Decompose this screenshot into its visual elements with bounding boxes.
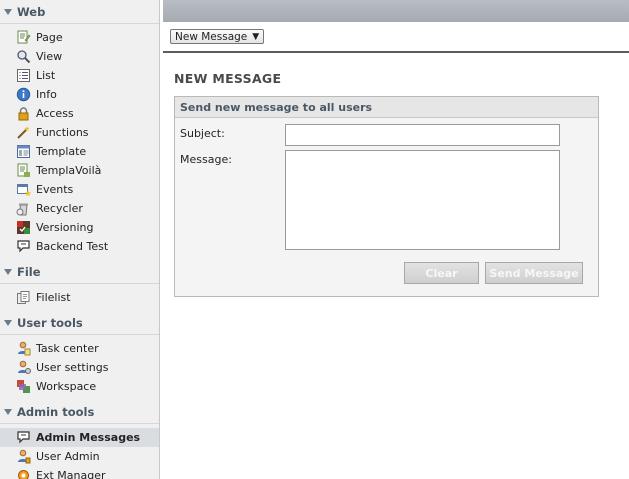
sidebar-item-label: Info	[36, 88, 57, 101]
wand-icon	[16, 125, 31, 140]
sidebar-item-label: Backend Test	[36, 240, 109, 253]
send-message-button[interactable]: Send Message	[485, 262, 583, 284]
subject-label: Subject:	[180, 127, 225, 140]
sidebar-item-ext-manager[interactable]: Ext Manager	[0, 466, 159, 479]
content-frame: New Message ▼ NEW MESSAGE Send new messa…	[163, 0, 629, 479]
sidebar-item-filelist[interactable]: Filelist	[0, 288, 159, 307]
page-icon	[16, 30, 31, 45]
sidebar-item-label: User settings	[36, 361, 109, 374]
sidebar-item-label: List	[36, 69, 56, 82]
collapse-triangle-icon	[4, 319, 12, 326]
sidebar-item-page[interactable]: Page	[0, 28, 159, 47]
message-label: Message:	[180, 153, 232, 166]
sidebar-item-versioning[interactable]: Versioning	[0, 218, 159, 237]
group-web: Page View List Info Access Functions Tem…	[0, 24, 159, 260]
user-admin-icon	[16, 449, 31, 464]
info-icon	[16, 87, 31, 102]
module-menu: Web Page View List Info Access Functions	[0, 0, 160, 479]
dropdown-arrow-icon: ▼	[252, 31, 260, 42]
group-title: User tools	[17, 315, 83, 330]
sidebar-item-events[interactable]: Events	[0, 180, 159, 199]
list-icon	[16, 68, 31, 83]
collapse-triangle-icon	[4, 408, 12, 415]
collapse-triangle-icon	[4, 268, 12, 275]
sidebar-item-label: Ext Manager	[36, 469, 106, 479]
message-textarea[interactable]	[285, 150, 560, 250]
events-icon	[16, 182, 31, 197]
group-file: Filelist	[0, 284, 159, 311]
recycler-icon	[16, 201, 31, 216]
collapse-triangle-icon	[4, 8, 12, 15]
group-header-user-tools[interactable]: User tools	[0, 311, 159, 335]
group-header-web[interactable]: Web	[0, 0, 159, 24]
sidebar-item-templavoila[interactable]: TemplaVoilà	[0, 161, 159, 180]
top-bar	[163, 0, 629, 22]
group-user-tools: Task center User settings Workspace	[0, 335, 159, 400]
group-admin-tools: Admin Messages User Admin Ext Manager	[0, 424, 159, 479]
lock-icon	[16, 106, 31, 121]
function-menu-value: New Message	[175, 30, 248, 43]
sidebar-item-recycler[interactable]: Recycler	[0, 199, 159, 218]
task-center-icon	[16, 341, 31, 356]
sidebar-item-access[interactable]: Access	[0, 104, 159, 123]
sidebar-item-label: Recycler	[36, 202, 83, 215]
user-settings-icon	[16, 360, 31, 375]
sidebar-item-user-settings[interactable]: User settings	[0, 358, 159, 377]
group-title: Web	[17, 4, 46, 19]
function-menu-select[interactable]: New Message ▼	[170, 29, 265, 44]
sidebar-item-label: Filelist	[36, 291, 71, 304]
sidebar-item-label: TemplaVoilà	[36, 164, 102, 177]
sidebar-item-workspace[interactable]: Workspace	[0, 377, 159, 396]
sidebar-item-label: Events	[36, 183, 74, 196]
clear-button[interactable]: Clear	[404, 262, 479, 284]
workspace-icon	[16, 379, 31, 394]
sidebar-item-label: Versioning	[36, 221, 94, 234]
sidebar-item-view[interactable]: View	[0, 47, 159, 66]
send-message-panel: Send new message to all users Subject: M…	[174, 96, 599, 297]
sidebar-item-label: Functions	[36, 126, 89, 139]
sidebar-item-label: Page	[36, 31, 63, 44]
sidebar-item-backend-test[interactable]: Backend Test	[0, 237, 159, 256]
sidebar-item-functions[interactable]: Functions	[0, 123, 159, 142]
sidebar-item-user-admin[interactable]: User Admin	[0, 447, 159, 466]
sidebar-item-label: Access	[36, 107, 74, 120]
module-body: NEW MESSAGE Send new message to all user…	[163, 53, 629, 297]
group-header-admin-tools[interactable]: Admin tools	[0, 400, 159, 424]
panel-title: Send new message to all users	[175, 97, 598, 118]
group-title: Admin tools	[17, 404, 95, 419]
sidebar-item-template[interactable]: Template	[0, 142, 159, 161]
sidebar-item-label: View	[36, 50, 63, 63]
sidebar-item-label: Template	[36, 145, 87, 158]
sidebar-item-admin-messages[interactable]: Admin Messages	[0, 428, 159, 447]
magnifier-icon	[16, 49, 31, 64]
group-header-file[interactable]: File	[0, 260, 159, 284]
sidebar-item-task-center[interactable]: Task center	[0, 339, 159, 358]
ext-manager-icon	[16, 468, 31, 479]
sidebar-item-info[interactable]: Info	[0, 85, 159, 104]
doc-header-toolbar: New Message ▼	[163, 22, 629, 53]
template-icon	[16, 144, 31, 159]
filelist-icon	[16, 290, 31, 305]
group-title: File	[17, 264, 41, 279]
page-title: NEW MESSAGE	[174, 71, 282, 86]
sidebar-item-label: Task center	[36, 342, 99, 355]
sidebar-item-label: Admin Messages	[36, 431, 141, 444]
speech-bubble-icon	[16, 239, 31, 254]
versioning-icon	[16, 220, 31, 235]
subject-input[interactable]	[285, 124, 560, 146]
sidebar-item-label: User Admin	[36, 450, 100, 463]
templavoila-icon	[16, 163, 31, 178]
sidebar-item-label: Workspace	[36, 380, 97, 393]
sidebar-item-list[interactable]: List	[0, 66, 159, 85]
speech-bubble-icon	[16, 430, 31, 445]
